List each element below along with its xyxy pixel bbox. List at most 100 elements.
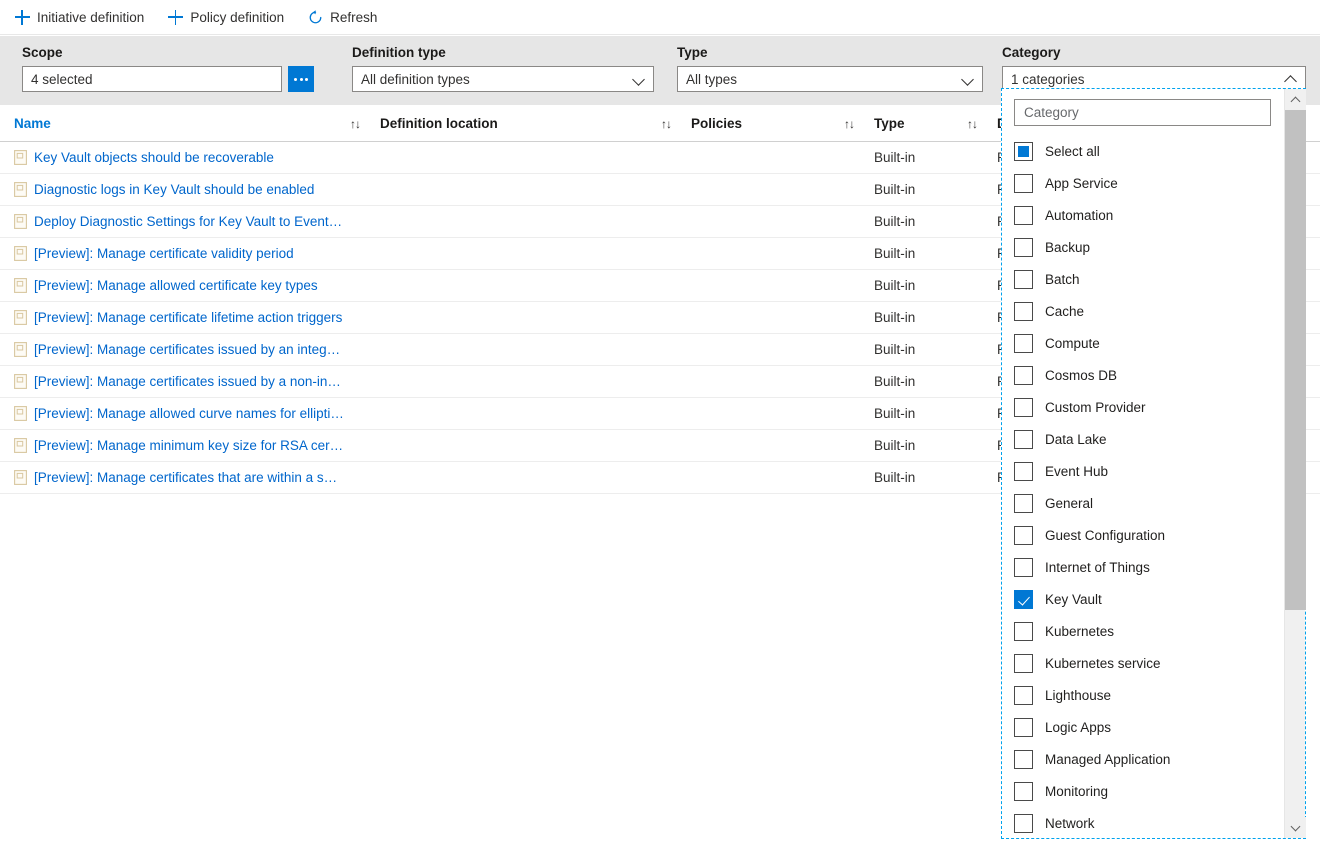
column-header-type[interactable]: Type <box>874 106 961 141</box>
checkbox-icon[interactable] <box>1014 558 1033 577</box>
cell-type: Built-in <box>874 342 961 357</box>
category-option[interactable]: Cache <box>1002 295 1283 327</box>
scroll-down-arrow-icon[interactable] <box>1285 817 1306 838</box>
category-option[interactable]: Lighthouse <box>1002 679 1283 711</box>
category-option[interactable]: Data Lake <box>1002 423 1283 455</box>
checkbox-icon[interactable] <box>1014 462 1033 481</box>
policy-name-link[interactable]: Diagnostic logs in Key Vault should be e… <box>34 182 314 197</box>
policy-name-link[interactable]: [Preview]: Manage certificates that are … <box>34 470 344 485</box>
checkbox-icon[interactable] <box>1014 334 1033 353</box>
column-header-policies[interactable]: Policies <box>691 106 838 141</box>
category-dropdown-scrollbar[interactable] <box>1284 89 1305 838</box>
checkbox-icon[interactable] <box>1014 814 1033 833</box>
category-option[interactable]: Cosmos DB <box>1002 359 1283 391</box>
category-option[interactable]: Guest Configuration <box>1002 519 1283 551</box>
checkbox-icon[interactable] <box>1014 526 1033 545</box>
policy-name-link[interactable]: [Preview]: Manage certificates issued by… <box>34 342 344 357</box>
category-option[interactable]: Monitoring <box>1002 775 1283 807</box>
category-option[interactable]: Network <box>1002 807 1283 838</box>
policy-name-link[interactable]: [Preview]: Manage allowed curve names fo… <box>34 406 344 421</box>
policy-definition-label: Policy definition <box>190 10 284 25</box>
sort-toggle-name[interactable]: ↑↓ <box>344 106 380 141</box>
initiative-definition-button[interactable]: Initiative definition <box>14 1 154 33</box>
scope-filter: Scope 4 selected <box>22 45 312 92</box>
checkbox-icon[interactable] <box>1014 590 1033 609</box>
policy-document-icon <box>14 310 27 325</box>
cell-name: [Preview]: Manage allowed curve names fo… <box>14 406 344 421</box>
policy-name-link[interactable]: [Preview]: Manage minimum key size for R… <box>34 438 344 453</box>
category-dropdown-callout: Select allApp ServiceAutomationBackupBat… <box>1001 88 1306 839</box>
category-option[interactable]: Event Hub <box>1002 455 1283 487</box>
checkbox-icon[interactable] <box>1014 494 1033 513</box>
checkbox-icon[interactable] <box>1014 366 1033 385</box>
category-option[interactable]: App Service <box>1002 167 1283 199</box>
checkbox-icon[interactable] <box>1014 206 1033 225</box>
command-bar: Initiative definition Policy definition … <box>0 0 1320 35</box>
category-option[interactable]: Logic Apps <box>1002 711 1283 743</box>
policy-definition-button[interactable]: Policy definition <box>167 1 294 33</box>
category-option-label: Event Hub <box>1045 464 1108 479</box>
checkbox-icon[interactable] <box>1014 686 1033 705</box>
column-header-name-label: Name <box>14 116 51 131</box>
sort-toggle-type[interactable]: ↑↓ <box>961 106 997 141</box>
policy-name-link[interactable]: [Preview]: Manage certificate validity p… <box>34 246 294 261</box>
definition-type-label: Definition type <box>352 45 656 61</box>
checkbox-icon[interactable] <box>1014 622 1033 641</box>
scrollbar-thumb[interactable] <box>1285 110 1306 610</box>
category-option-label: General <box>1045 496 1093 511</box>
policy-name-link[interactable]: [Preview]: Manage certificates issued by… <box>34 374 344 389</box>
ellipsis-dot <box>300 78 303 81</box>
column-header-name[interactable]: Name <box>14 106 344 141</box>
policy-document-icon <box>14 406 27 421</box>
category-option[interactable]: Backup <box>1002 231 1283 263</box>
checkbox-icon[interactable] <box>1014 782 1033 801</box>
definition-type-select[interactable]: All definition types <box>352 66 654 92</box>
checkbox-icon[interactable] <box>1014 238 1033 257</box>
category-option-label: Compute <box>1045 336 1100 351</box>
policy-document-icon <box>14 214 27 229</box>
category-option[interactable]: Managed Application <box>1002 743 1283 775</box>
refresh-label: Refresh <box>330 10 377 25</box>
ellipsis-dot <box>305 78 308 81</box>
category-option[interactable]: Key Vault <box>1002 583 1283 615</box>
cell-type: Built-in <box>874 406 961 421</box>
checkbox-icon[interactable] <box>1014 302 1033 321</box>
category-option[interactable]: Kubernetes service <box>1002 647 1283 679</box>
category-option[interactable]: Kubernetes <box>1002 615 1283 647</box>
category-option[interactable]: Custom Provider <box>1002 391 1283 423</box>
cell-type: Built-in <box>874 246 961 261</box>
category-option[interactable]: Internet of Things <box>1002 551 1283 583</box>
category-search-input[interactable] <box>1014 99 1271 126</box>
scope-browse-button[interactable] <box>288 66 314 92</box>
category-option[interactable]: Select all <box>1002 135 1283 167</box>
category-option[interactable]: Batch <box>1002 263 1283 295</box>
policy-name-link[interactable]: Deploy Diagnostic Settings for Key Vault… <box>34 214 344 229</box>
sort-toggle-policies[interactable]: ↑↓ <box>838 106 874 141</box>
cell-name: Diagnostic logs in Key Vault should be e… <box>14 182 344 197</box>
refresh-button[interactable]: Refresh <box>307 1 387 33</box>
category-value: 1 categories <box>1011 72 1279 87</box>
checkbox-icon[interactable] <box>1014 142 1033 161</box>
policy-document-icon <box>14 438 27 453</box>
policy-name-link[interactable]: [Preview]: Manage allowed certificate ke… <box>34 278 318 293</box>
checkbox-icon[interactable] <box>1014 750 1033 769</box>
scroll-up-arrow-icon[interactable] <box>1285 89 1306 110</box>
column-header-definition-location[interactable]: Definition location <box>380 106 655 141</box>
cell-name: Deploy Diagnostic Settings for Key Vault… <box>14 214 344 229</box>
category-option[interactable]: General <box>1002 487 1283 519</box>
checkbox-icon[interactable] <box>1014 270 1033 289</box>
checkbox-icon[interactable] <box>1014 654 1033 673</box>
scope-input[interactable]: 4 selected <box>22 66 282 92</box>
cell-type: Built-in <box>874 310 961 325</box>
checkbox-icon[interactable] <box>1014 718 1033 737</box>
type-select[interactable]: All types <box>677 66 983 92</box>
policy-definitions-page: Initiative definition Policy definition … <box>0 0 1320 851</box>
policy-name-link[interactable]: Key Vault objects should be recoverable <box>34 150 274 165</box>
category-option[interactable]: Automation <box>1002 199 1283 231</box>
policy-name-link[interactable]: [Preview]: Manage certificate lifetime a… <box>34 310 342 325</box>
checkbox-icon[interactable] <box>1014 174 1033 193</box>
checkbox-icon[interactable] <box>1014 430 1033 449</box>
category-option[interactable]: Compute <box>1002 327 1283 359</box>
sort-toggle-definition-location[interactable]: ↑↓ <box>655 106 691 141</box>
checkbox-icon[interactable] <box>1014 398 1033 417</box>
